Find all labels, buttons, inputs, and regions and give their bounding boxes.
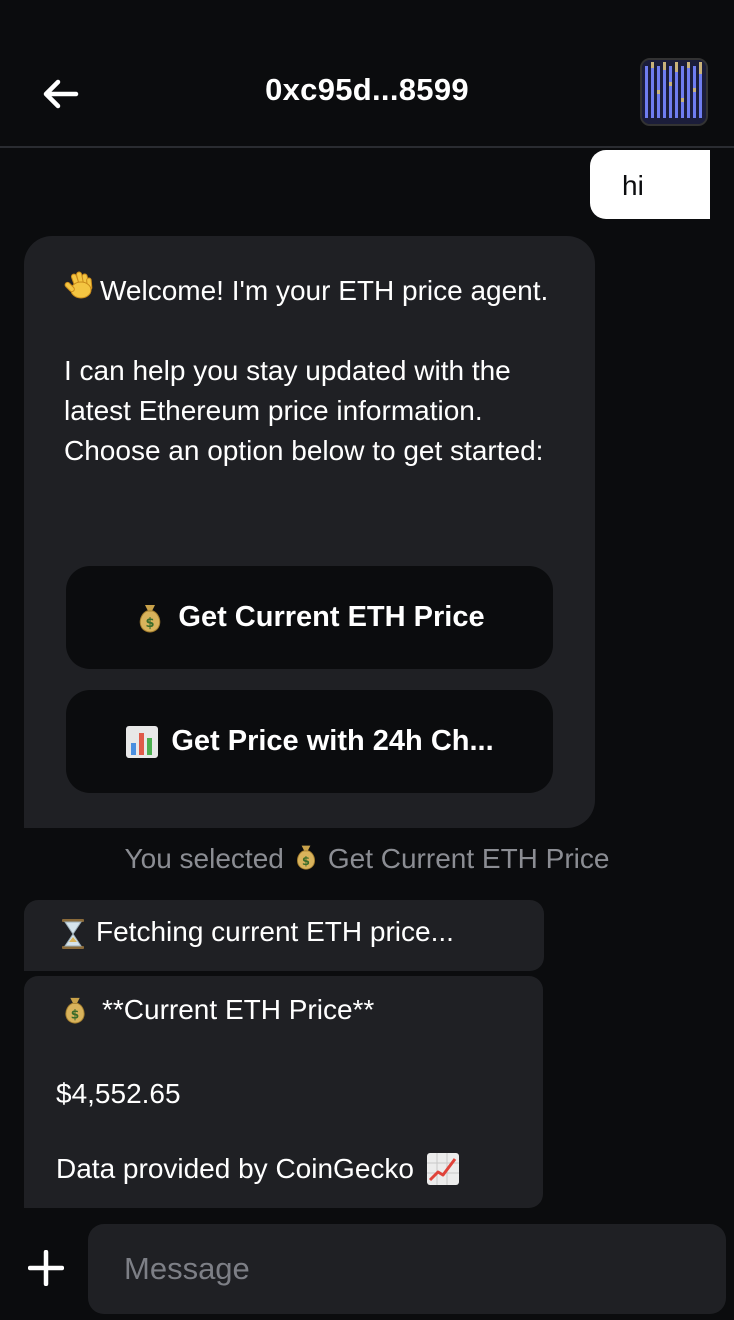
money-bag-icon: $ xyxy=(134,601,166,635)
user-message: hi xyxy=(590,150,710,219)
bar-chart-icon xyxy=(125,725,159,759)
agent-welcome-message: Welcome! I'm your ETH price agent. I can… xyxy=(24,236,595,828)
fetching-status-message: Fetching current ETH price... xyxy=(24,900,544,971)
get-price-24h-change-button[interactable]: Get Price with 24h Ch... xyxy=(66,690,553,793)
avatar[interactable] xyxy=(640,58,708,126)
price-result-message: $ **Current ETH Price** $4,552.65 Data p… xyxy=(24,976,543,1208)
svg-text:$: $ xyxy=(146,616,155,631)
welcome-description: I can help you stay updated with the lat… xyxy=(64,355,544,466)
plus-icon xyxy=(28,1250,64,1286)
selection-note: You selected $ Get Current ETH Price xyxy=(0,842,734,879)
attach-button[interactable] xyxy=(24,1246,68,1290)
hourglass-icon xyxy=(60,918,86,950)
price-value: $4,552.65 xyxy=(56,1078,181,1109)
chart-increasing-icon xyxy=(426,1152,460,1186)
chat-screen: 0xc95d...8599 hi Welcome! I'm your ETH p… xyxy=(0,0,734,1320)
svg-text:$: $ xyxy=(71,1007,79,1021)
get-current-price-button[interactable]: $ Get Current ETH Price xyxy=(66,566,553,669)
welcome-line: Welcome! I'm your ETH price agent. xyxy=(64,268,564,311)
waving-hand-icon xyxy=(64,268,100,311)
money-bag-icon: $ xyxy=(292,842,320,879)
svg-text:$: $ xyxy=(302,854,310,868)
price-source: Data provided by CoinGecko xyxy=(56,1152,460,1186)
message-input[interactable] xyxy=(88,1224,726,1314)
money-bag-icon: $ xyxy=(60,994,90,1026)
chat-title: 0xc95d...8599 xyxy=(265,72,469,107)
chat-header: 0xc95d...8599 xyxy=(0,0,734,148)
price-title: $ **Current ETH Price** xyxy=(60,994,374,1026)
